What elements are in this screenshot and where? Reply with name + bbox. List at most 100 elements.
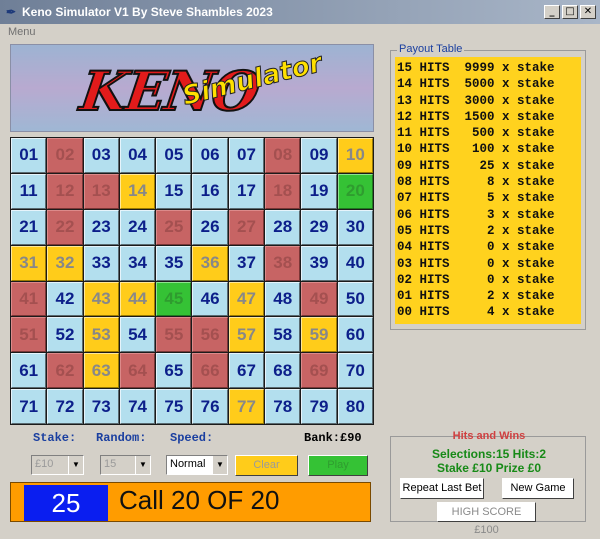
number-cell[interactable]: 55	[156, 317, 192, 353]
payout-row: 00 HITS 4 x stake	[397, 305, 555, 320]
number-cell[interactable]: 33	[83, 245, 119, 281]
number-cell[interactable]: 69	[301, 353, 337, 389]
number-cell[interactable]: 62	[47, 353, 83, 389]
number-cell[interactable]: 05	[156, 138, 192, 173]
number-cell[interactable]: 34	[119, 245, 156, 281]
number-cell[interactable]: 60	[337, 317, 373, 353]
number-cell[interactable]: 17	[228, 173, 265, 209]
number-cell[interactable]: 07	[228, 138, 265, 173]
number-cell[interactable]: 46	[192, 281, 228, 317]
number-cell[interactable]: 20	[337, 173, 373, 209]
number-cell[interactable]: 57	[228, 317, 265, 353]
number-cell[interactable]: 66	[192, 353, 228, 389]
number-cell[interactable]: 61	[11, 353, 47, 389]
number-cell[interactable]: 47	[228, 281, 265, 317]
close-button[interactable]: ✕	[580, 5, 596, 19]
number-cell[interactable]: 67	[228, 353, 265, 389]
number-cell[interactable]: 22	[47, 209, 83, 245]
number-cell[interactable]: 48	[265, 281, 301, 317]
number-cell[interactable]: 04	[119, 138, 156, 173]
menu-item[interactable]: Menu	[8, 26, 36, 38]
number-cell[interactable]: 72	[47, 389, 83, 424]
number-cell[interactable]: 21	[11, 209, 47, 245]
number-cell[interactable]: 09	[301, 138, 337, 173]
number-cell[interactable]: 71	[11, 389, 47, 424]
maximize-button[interactable]: □	[562, 5, 578, 19]
speed-select[interactable]: Normal ▼	[166, 455, 228, 475]
number-cell[interactable]: 28	[265, 209, 301, 245]
number-cell[interactable]: 76	[192, 389, 228, 424]
number-cell[interactable]: 36	[192, 245, 228, 281]
number-cell[interactable]: 37	[228, 245, 265, 281]
number-cell[interactable]: 73	[83, 389, 119, 424]
feather-icon: ✒	[6, 5, 17, 19]
number-cell[interactable]: 23	[83, 209, 119, 245]
number-cell[interactable]: 40	[337, 245, 373, 281]
number-cell[interactable]: 43	[83, 281, 119, 317]
number-cell[interactable]: 25	[156, 209, 192, 245]
new-game-button[interactable]: New Game	[502, 478, 574, 499]
clear-button[interactable]: Clear	[235, 455, 298, 476]
number-cell[interactable]: 68	[265, 353, 301, 389]
number-cell[interactable]: 79	[301, 389, 337, 424]
number-cell[interactable]: 30	[337, 209, 373, 245]
number-cell[interactable]: 42	[47, 281, 83, 317]
number-cell[interactable]: 03	[83, 138, 119, 173]
number-cell[interactable]: 80	[337, 389, 373, 424]
number-cell[interactable]: 59	[301, 317, 337, 353]
number-cell[interactable]: 70	[337, 353, 373, 389]
random-select[interactable]: 15 ▼	[100, 455, 151, 475]
chevron-down-icon[interactable]: ▼	[68, 456, 83, 474]
number-cell[interactable]: 19	[301, 173, 337, 209]
payout-row: 15 HITS 9999 x stake	[397, 61, 555, 75]
number-cell[interactable]: 39	[301, 245, 337, 281]
play-button[interactable]: Play	[308, 455, 368, 476]
repeat-last-bet-button[interactable]: Repeat Last Bet	[400, 478, 484, 499]
number-cell[interactable]: 18	[265, 173, 301, 209]
number-cell[interactable]: 13	[83, 173, 119, 209]
number-cell[interactable]: 08	[265, 138, 301, 173]
high-score-button[interactable]: HIGH SCORE £100	[437, 502, 536, 536]
number-cell[interactable]: 44	[119, 281, 156, 317]
number-cell[interactable]: 41	[11, 281, 47, 317]
number-cell[interactable]: 06	[192, 138, 228, 173]
number-cell[interactable]: 29	[301, 209, 337, 245]
number-cell[interactable]: 38	[265, 245, 301, 281]
chevron-down-icon[interactable]: ▼	[212, 456, 227, 474]
minimize-button[interactable]: _	[544, 5, 560, 19]
number-cell[interactable]: 35	[156, 245, 192, 281]
number-cell[interactable]: 50	[337, 281, 373, 317]
stake-select[interactable]: £10 ▼	[31, 455, 84, 475]
payout-legend: Payout Table	[397, 43, 465, 55]
number-cell[interactable]: 51	[11, 317, 47, 353]
number-cell[interactable]: 14	[119, 173, 156, 209]
number-cell[interactable]: 26	[192, 209, 228, 245]
number-cell[interactable]: 10	[337, 138, 373, 173]
number-cell[interactable]: 15	[156, 173, 192, 209]
number-cell[interactable]: 16	[192, 173, 228, 209]
number-cell[interactable]: 31	[11, 245, 47, 281]
number-cell[interactable]: 53	[83, 317, 119, 353]
number-cell[interactable]: 32	[47, 245, 83, 281]
number-cell[interactable]: 27	[228, 209, 265, 245]
number-cell[interactable]: 52	[47, 317, 83, 353]
number-cell[interactable]: 56	[192, 317, 228, 353]
number-cell[interactable]: 58	[265, 317, 301, 353]
number-cell[interactable]: 12	[47, 173, 83, 209]
number-cell[interactable]: 74	[119, 389, 156, 424]
number-cell[interactable]: 65	[156, 353, 192, 389]
number-cell[interactable]: 49	[301, 281, 337, 317]
number-cell[interactable]: 77	[228, 389, 265, 424]
number-cell[interactable]: 54	[119, 317, 156, 353]
number-cell[interactable]: 63	[83, 353, 119, 389]
number-cell[interactable]: 75	[156, 389, 192, 424]
number-cell[interactable]: 64	[119, 353, 156, 389]
number-cell[interactable]: 78	[265, 389, 301, 424]
speed-select-value: Normal	[170, 458, 206, 470]
number-cell[interactable]: 01	[11, 138, 47, 173]
chevron-down-icon[interactable]: ▼	[135, 456, 150, 474]
number-cell[interactable]: 45	[156, 281, 192, 317]
number-cell[interactable]: 11	[11, 173, 47, 209]
number-cell[interactable]: 24	[119, 209, 156, 245]
number-cell[interactable]: 02	[47, 138, 83, 173]
